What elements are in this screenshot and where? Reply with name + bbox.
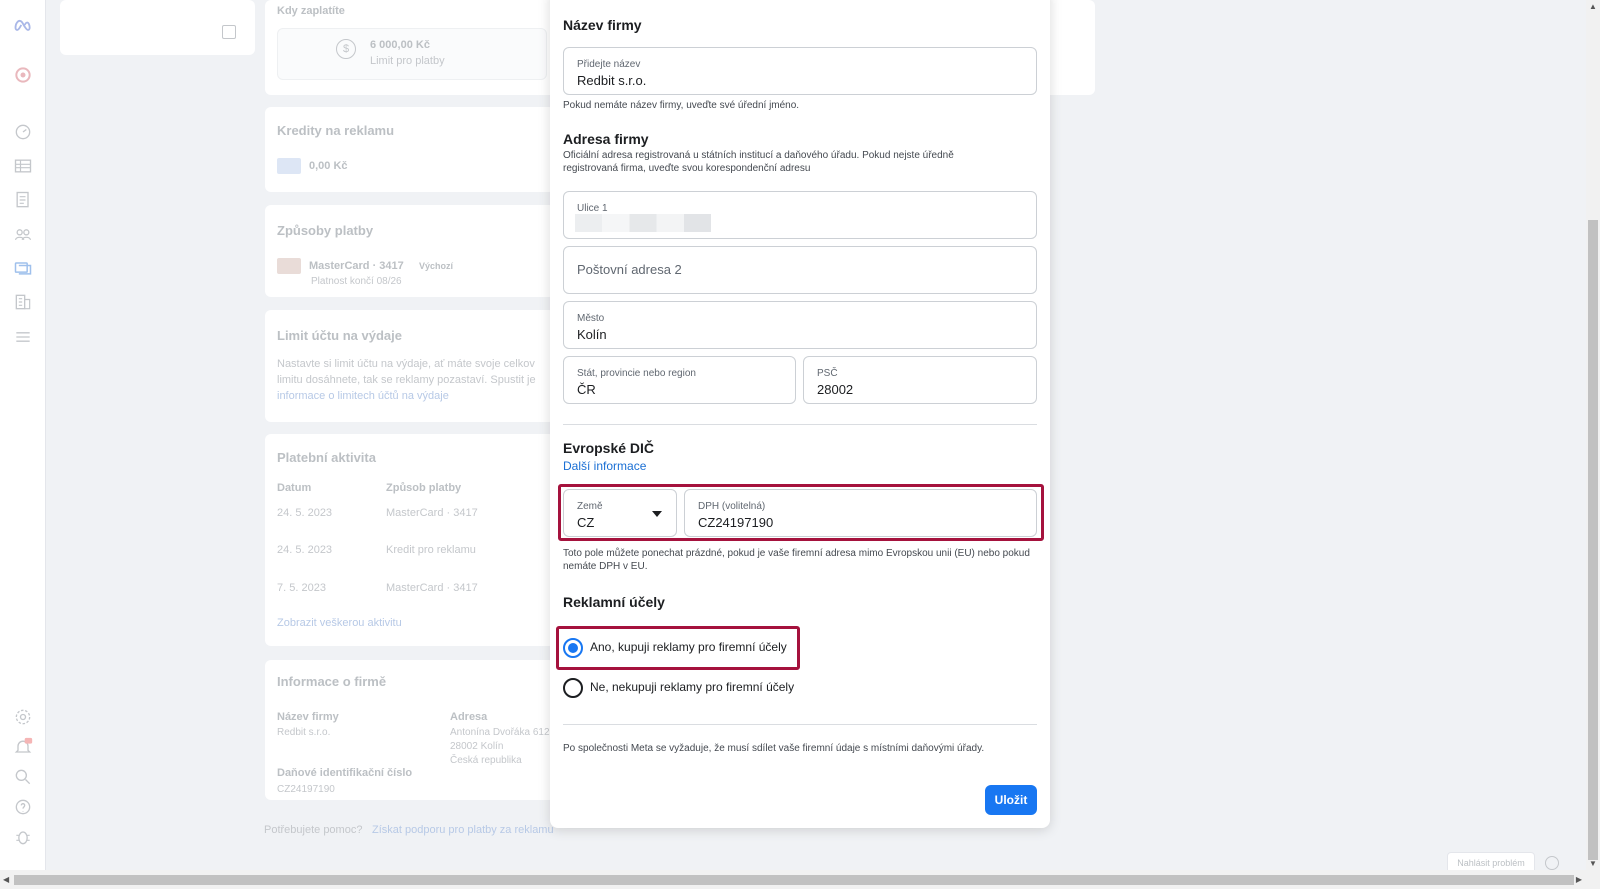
bg-row-method: MasterCard · 3417 <box>386 507 478 519</box>
bg-payment-methods-title: Způsoby platby <box>277 223 374 238</box>
bg-help-prefix: Potřebujete pomoc? <box>264 824 363 836</box>
company-name-help: Pokud nemáte název firmy, uveďte své úře… <box>563 100 800 111</box>
vat-field[interactable]: DPH (volitelná) CZ24197190 <box>684 489 1037 537</box>
city-value: Kolín <box>577 327 607 342</box>
bg-row-method: MasterCard · 3417 <box>386 582 478 594</box>
bg-credits-title: Kredity na reklamu <box>277 123 395 138</box>
street2-field[interactable]: Poštovní adresa 2 <box>563 246 1037 294</box>
divider <box>563 724 1037 725</box>
street1-label: Ulice 1 <box>577 203 608 214</box>
zip-field[interactable]: PSČ 28002 <box>803 356 1037 404</box>
bg-col-date: Datum <box>277 482 312 494</box>
radio-no[interactable] <box>563 678 583 698</box>
country-label: Země <box>577 501 603 512</box>
bg-tax-label: Daňové identifikační číslo <box>277 767 413 779</box>
zip-value: 28002 <box>817 382 854 397</box>
vertical-scroll-thumb[interactable] <box>1588 220 1598 860</box>
bg-limit-title: Limit účtu na výdaje <box>277 328 402 343</box>
street2-placeholder: Poštovní adresa 2 <box>577 262 682 277</box>
horizontal-scroll-thumb[interactable] <box>14 875 1574 885</box>
scroll-up-icon[interactable]: ▲ <box>1589 2 1597 11</box>
state-field[interactable]: Stát, provincie nebo region ČR <box>563 356 796 404</box>
footer-note: Po společnosti Meta se vyžaduje, že musí… <box>563 743 985 754</box>
vertical-scrollbar[interactable]: ▲ ▼ <box>1586 0 1600 870</box>
bg-kdy-zaplatite: Kdy zaplatíte <box>277 5 345 17</box>
bg-all-activity-link[interactable]: Zobrazit veškerou aktivitu <box>277 617 402 629</box>
bg-help-link[interactable]: Získat podporu pro platby za reklamu <box>372 824 554 836</box>
bg-credits-card <box>265 107 555 192</box>
vat-value: CZ24197190 <box>698 515 774 530</box>
bg-limit-link[interactable]: informace o limitech účtů na výdaje <box>277 390 449 402</box>
bg-row-date: 7. 5. 2023 <box>277 582 326 594</box>
bg-credits-value: 0,00 Kč <box>309 160 348 172</box>
bg-company-name-label: Název firmy <box>277 711 339 723</box>
bg-address-line2: 28002 Kolín <box>450 741 504 752</box>
bg-limit-line1: Nastavte si limit účtu na výdaje, ať mát… <box>277 358 535 370</box>
bg-tax-value: CZ24197190 <box>277 784 335 795</box>
bg-amount: 6 000,00 Kč <box>370 39 430 51</box>
country-value: CZ <box>577 515 595 530</box>
radio-yes[interactable] <box>563 638 583 658</box>
bg-activity-title: Platební aktivita <box>277 450 376 465</box>
state-value: ČR <box>577 382 596 397</box>
state-label: Stát, provincie nebo region <box>577 368 696 379</box>
country-select[interactable]: Země CZ <box>563 489 677 537</box>
scroll-left-icon[interactable]: ◀ <box>3 875 9 884</box>
address-help: Oficiální adresa registrovaná u státních… <box>563 150 954 174</box>
bg-amount-box: $ 6 000,00 Kč Limit pro platby <box>277 28 547 80</box>
bg-card-expiry: Platnost končí 08/26 <box>311 276 402 287</box>
option-no-label[interactable]: Ne, nekupuji reklamy pro firemní účely <box>590 680 794 694</box>
credit-icon <box>277 158 301 174</box>
bg-payment-methods-card <box>265 205 555 297</box>
city-label: Město <box>577 313 605 324</box>
zip-label: PSČ <box>817 368 838 379</box>
bg-address-label: Adresa <box>450 711 488 723</box>
bg-amount-sub: Limit pro platby <box>370 55 445 67</box>
bg-row-method: Kredit pro reklamu <box>386 544 476 556</box>
vat-label: DPH (volitelná) <box>698 501 766 512</box>
company-name-heading: Název firmy <box>563 17 642 33</box>
divider <box>563 424 1037 425</box>
globe-icon[interactable] <box>1545 856 1559 870</box>
bg-activity-card <box>265 434 555 646</box>
caret-down-icon <box>652 511 662 517</box>
street1-field[interactable]: Ulice 1 <box>563 191 1037 239</box>
option-yes-label[interactable]: Ano, kupuji reklamy pro firemní účely <box>590 640 787 654</box>
edit-business-info-dialog: Název firmy Přidejte název Redbit s.r.o.… <box>550 0 1050 828</box>
dollar-icon: $ <box>336 39 356 59</box>
scroll-right-icon[interactable]: ▶ <box>1576 875 1582 884</box>
bg-col-method: Způsob platby <box>386 482 462 494</box>
more-info-link[interactable]: Další informace <box>563 459 646 473</box>
ad-purpose-heading: Reklamní účely <box>563 594 665 610</box>
horizontal-scrollbar[interactable]: ◀ ▶ <box>0 870 1600 889</box>
bg-limit-line2: limitu dosáhnete, tak se reklamy pozasta… <box>277 374 536 386</box>
bg-address-line1: Antonína Dvořáka 612 <box>450 727 550 738</box>
bg-company-info-title: Informace o firmě <box>277 674 387 689</box>
save-button[interactable]: Uložit <box>985 785 1037 815</box>
bg-card-default: Výchozí <box>419 261 454 271</box>
company-name-value: Redbit s.r.o. <box>577 73 647 88</box>
bg-card-name: MasterCard · 3417 <box>309 260 404 272</box>
bg-company-name-value: Redbit s.r.o. <box>277 727 331 738</box>
company-name-field[interactable]: Přidejte název Redbit s.r.o. <box>563 47 1037 95</box>
vat-help: Toto pole můžete ponechat prázdné, pokud… <box>563 548 1030 572</box>
scroll-down-icon[interactable]: ▼ <box>1589 859 1597 868</box>
bg-left-card <box>60 0 255 55</box>
vat-heading: Evropské DIČ <box>563 440 655 456</box>
company-name-label: Přidejte název <box>577 59 641 70</box>
address-heading: Adresa firmy <box>563 131 649 147</box>
mastercard-icon <box>277 258 301 274</box>
bg-address-line3: Česká republika <box>450 755 522 766</box>
redacted-street <box>575 214 711 232</box>
bg-row-date: 24. 5. 2023 <box>277 507 333 519</box>
panel-toggle-icon[interactable] <box>222 25 236 39</box>
bg-row-date: 24. 5. 2023 <box>277 544 333 556</box>
city-field[interactable]: Město Kolín <box>563 301 1037 349</box>
